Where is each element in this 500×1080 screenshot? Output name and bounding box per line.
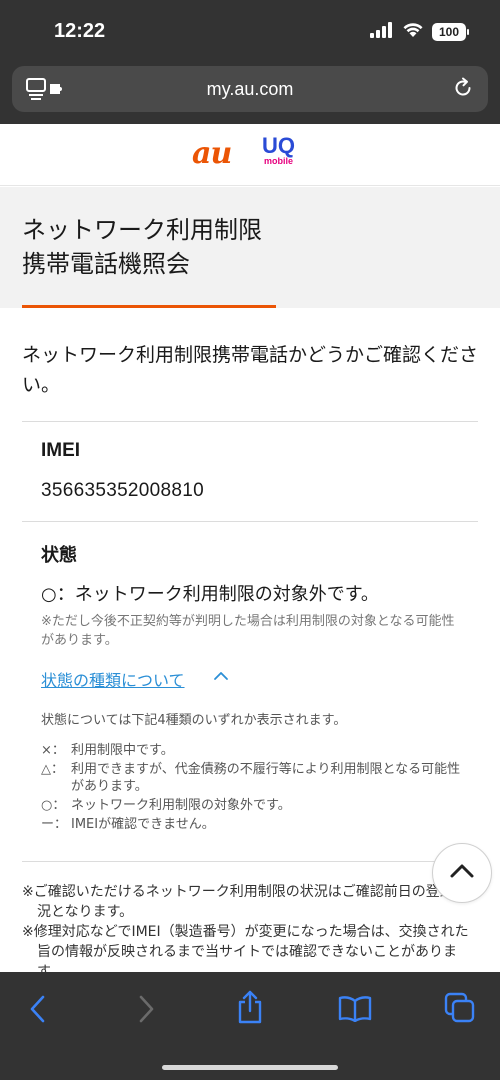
site-header: au UQ mobile — [0, 124, 500, 186]
chevron-up-icon[interactable] — [213, 667, 229, 686]
share-icon[interactable] — [236, 990, 264, 1028]
footnote: ※ご確認いただけるネットワーク利用制限の状況はご確認前日の登録状況となります。 — [22, 884, 468, 920]
state-symbol: △： — [41, 762, 64, 777]
signal-icon — [370, 22, 394, 42]
divider — [22, 521, 478, 522]
list-item: ー： IMEIが確認できません。 — [41, 816, 461, 833]
page-title: ネットワーク利用制限 携帯電話機照会 — [22, 213, 262, 281]
url-text: my.au.com — [206, 79, 294, 99]
bookmarks-icon[interactable] — [338, 996, 372, 1026]
title-underline — [22, 305, 276, 308]
status-time: 12:22 — [54, 20, 106, 42]
state-label: 状態 — [41, 545, 77, 566]
au-logo[interactable]: au — [192, 136, 232, 171]
state-symbol: ×： — [41, 743, 65, 758]
reload-icon[interactable] — [452, 77, 474, 103]
home-indicator — [162, 1065, 338, 1070]
state-value: ○：ネットワーク利用制限の対象外です。 — [41, 584, 379, 605]
address-bar[interactable]: my.au.com — [12, 66, 488, 112]
uq-logo-subtext: mobile — [263, 156, 293, 166]
page-title-line1: ネットワーク利用制限 — [22, 216, 262, 244]
state-note: ※ただし今後不正契約等が判明した場合は利用制限の対象となる可能性があります。 — [41, 614, 455, 648]
imei-value: 356635352008810 — [41, 480, 205, 501]
browser-chrome: my.au.com — [0, 62, 500, 124]
wifi-icon — [402, 22, 424, 42]
intro-text: ネットワーク利用制限携帯電話かどうかご確認ください。 — [22, 344, 479, 396]
forward-icon[interactable] — [132, 994, 158, 1028]
battery-indicator: 100 — [432, 23, 469, 41]
list-item: ×： 利用制限中です。 — [41, 742, 461, 759]
state-text: 利用制限中です。 — [71, 743, 174, 758]
state-text: 利用できますが、代金債務の不履行等により利用制限となる可能性があります。 — [71, 762, 461, 794]
tabs-icon[interactable] — [444, 992, 476, 1028]
state-text: ネットワーク利用制限の対象外です。 — [71, 798, 291, 813]
divider — [22, 861, 478, 862]
divider — [22, 421, 478, 422]
state-types-list: ×： 利用制限中です。 △： 利用できますが、代金債務の不履行等により利用制限と… — [41, 742, 461, 835]
state-symbol: ー： — [41, 817, 68, 832]
imei-label: IMEI — [41, 440, 81, 461]
list-item: ○： ネットワーク利用制限の対象外です。 — [41, 797, 461, 814]
status-bar: 12:22 100 — [0, 0, 500, 62]
page-title-line2: 携帯電話機照会 — [22, 250, 190, 278]
state-types-description: 状態については下記4種類のいずれか表示されます。 — [41, 713, 347, 728]
page-title-block: ネットワーク利用制限 携帯電話機照会 — [0, 187, 500, 308]
uq-logo-text: UQ — [262, 133, 295, 158]
state-text: IMEIが確認できません。 — [71, 817, 215, 832]
state-types-link[interactable]: 状態の種類について — [41, 667, 185, 691]
state-symbol: ○： — [41, 798, 66, 813]
browser-toolbar — [0, 972, 500, 1080]
scroll-to-top-button[interactable] — [432, 843, 492, 903]
list-item: △： 利用できますが、代金債務の不履行等により利用制限となる可能性があります。 — [41, 761, 461, 795]
chevron-up-icon — [449, 863, 475, 883]
uq-mobile-logo[interactable]: UQ mobile — [262, 133, 295, 167]
back-icon[interactable] — [26, 994, 52, 1028]
footnotes: ※ご確認いただけるネットワーク利用制限の状況はご確認前日の登録状況となります。 … — [22, 882, 472, 982]
status-icons: 100 — [370, 22, 469, 42]
